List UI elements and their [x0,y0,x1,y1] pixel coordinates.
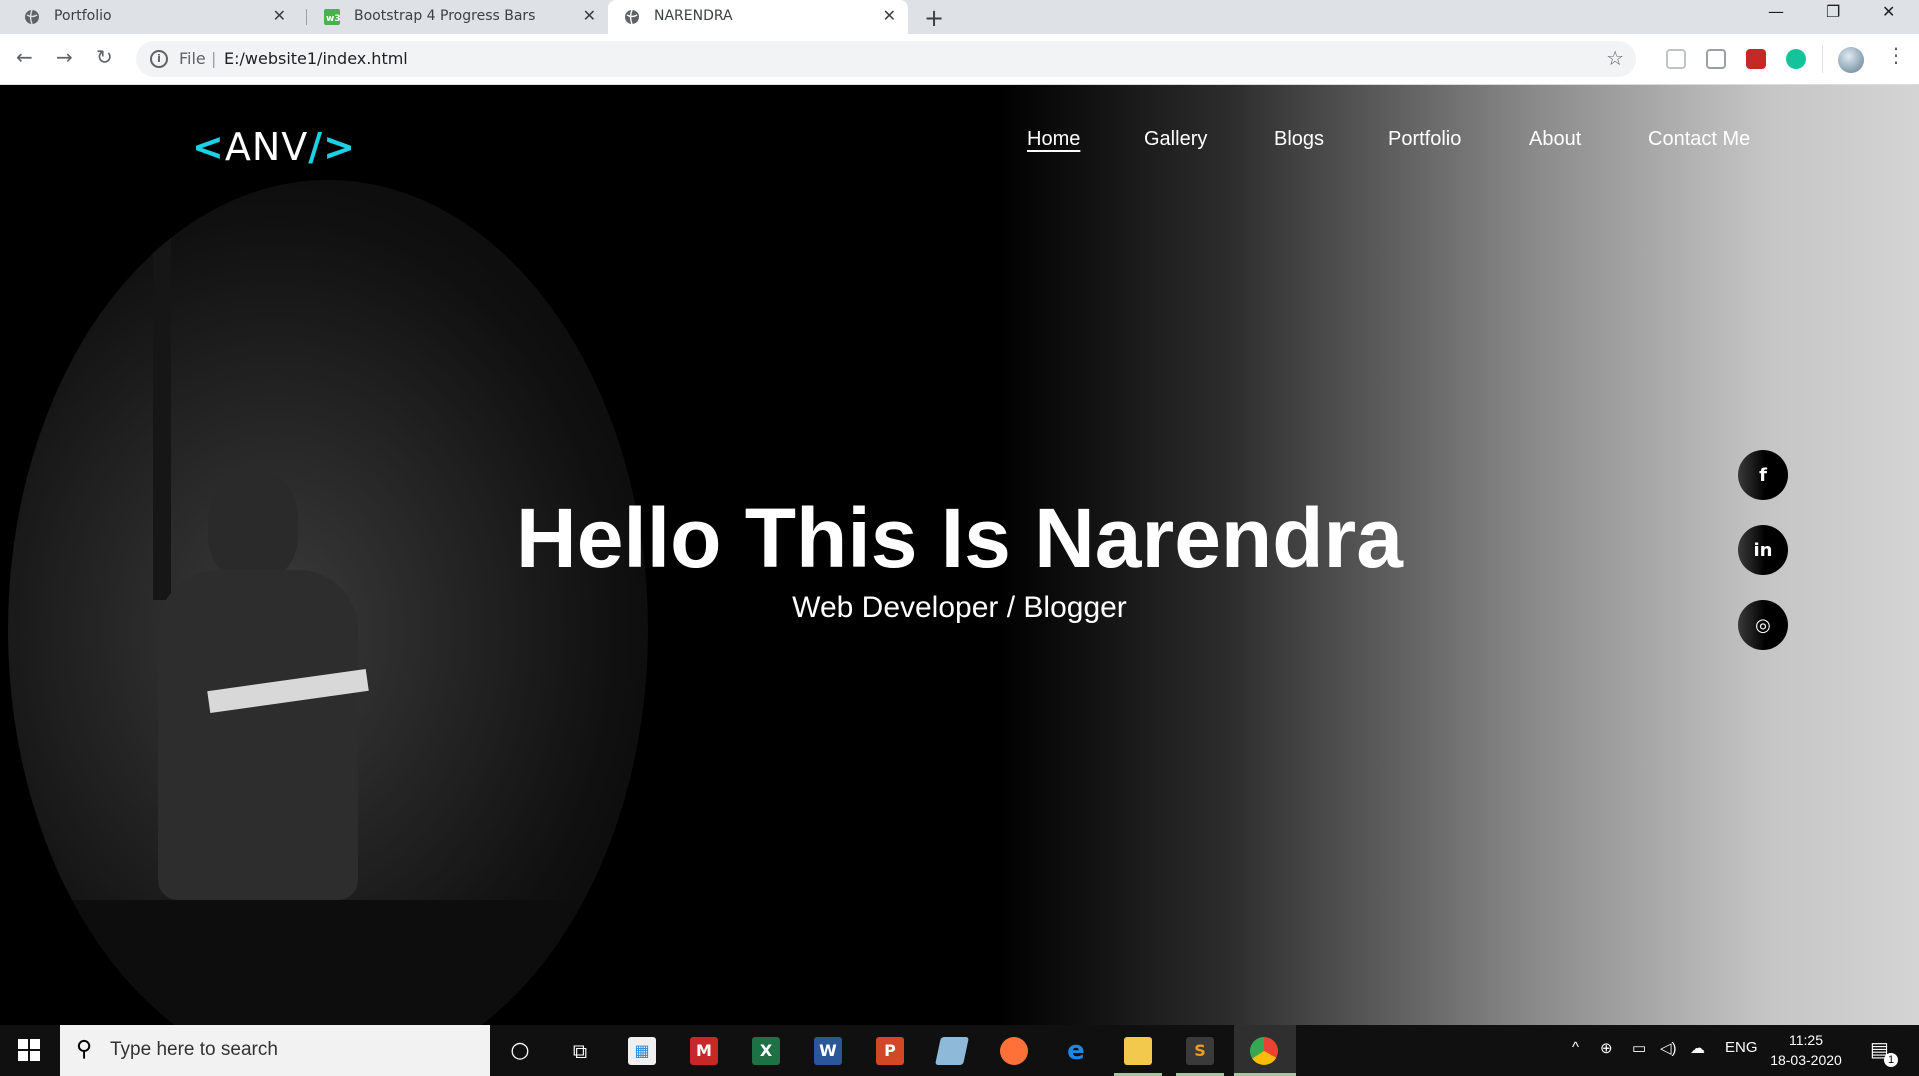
hero-section: <ANV/> Home Gallery Blogs Portfolio Abou… [0,85,1919,1025]
instagram-icon: ◎ [1755,614,1771,636]
mcafee-extension-icon[interactable] [1746,49,1766,69]
extension-icon[interactable] [1706,49,1726,69]
logo-bracket: /> [308,125,356,169]
browser-tab-strip: Portfolio ✕ w3 Bootstrap 4 Progress Bars… [0,0,1919,34]
address-bar[interactable]: i File | E:/website1/index.html ☆ [136,41,1636,77]
tab-title: Bootstrap 4 Progress Bars [354,8,536,24]
clock-date: 18-03-2020 [1770,1052,1842,1068]
nav-contact[interactable]: Contact Me [1648,128,1750,151]
excel-icon[interactable]: X [752,1037,780,1065]
sublime-text-icon[interactable]: S [1186,1037,1214,1065]
globe-icon [625,9,639,25]
file-explorer-icon[interactable] [1124,1037,1152,1065]
search-icon: ⚲ [76,1037,93,1062]
tab-bootstrap[interactable]: w3 Bootstrap 4 Progress Bars ✕ [306,0,608,34]
tab-portfolio[interactable]: Portfolio ✕ [0,0,304,34]
w3-icon: w3 [324,9,340,25]
nav-about[interactable]: About [1529,128,1581,151]
onedrive-icon[interactable]: ☁ [1690,1039,1705,1057]
linkedin-button[interactable]: in [1738,525,1788,575]
bookmark-star-icon[interactable]: ☆ [1606,46,1624,70]
restore-icon[interactable]: ❐ [1826,2,1840,21]
back-icon[interactable]: ← [16,45,33,69]
hero-subtitle: Web Developer / Blogger [792,591,1127,624]
windows-start-icon[interactable] [18,1039,40,1061]
clock-time: 11:25 [1789,1032,1823,1048]
site-logo[interactable]: <ANV/> [192,125,356,169]
info-icon[interactable]: i [150,50,168,68]
close-tab-icon[interactable]: ✕ [583,6,596,25]
instagram-button[interactable]: ◎ [1738,600,1788,650]
nav-portfolio[interactable]: Portfolio [1388,128,1461,151]
url-scheme: File [179,49,206,68]
language-indicator[interactable]: ENG [1725,1039,1758,1056]
grammarly-extension-icon[interactable] [1786,49,1806,69]
word-icon[interactable]: W [814,1037,842,1065]
task-view-icon[interactable]: ⧉ [566,1037,594,1065]
chrome-icon[interactable] [1250,1037,1278,1065]
mcafee-icon[interactable]: M [690,1037,718,1065]
extension-icon[interactable] [1666,49,1686,69]
logo-bracket: < [192,125,225,169]
store-icon[interactable]: ▦ [628,1037,656,1065]
nav-blogs[interactable]: Blogs [1274,128,1324,151]
volume-icon[interactable]: ◁) [1660,1039,1677,1057]
close-tab-icon[interactable]: ✕ [883,6,896,25]
facebook-icon: f [1759,464,1767,486]
menu-icon[interactable]: ⋮ [1886,45,1906,65]
show-hidden-icons[interactable]: ^ [1572,1039,1579,1056]
firefox-icon[interactable] [1000,1037,1028,1065]
battery-icon[interactable]: ▭ [1632,1039,1646,1057]
powerpoint-icon[interactable]: P [876,1037,904,1065]
close-window-icon[interactable]: ✕ [1882,2,1895,21]
tab-title: NARENDRA [654,8,733,24]
close-tab-icon[interactable]: ✕ [273,6,286,25]
toolbar-divider [1822,45,1823,73]
notes-icon[interactable] [935,1037,969,1065]
svg-text:w3: w3 [326,14,340,24]
taskbar-search-box[interactable]: ⚲ Type here to search [60,1025,490,1076]
logo-text: ANV [224,125,309,169]
linkedin-icon: in [1753,539,1773,561]
browser-toolbar: ← → ↻ i File | E:/website1/index.html ☆ … [0,34,1919,85]
search-placeholder: Type here to search [110,1039,278,1060]
hero-title: Hello This Is Narendra [516,491,1403,585]
windows-taskbar: ⚲ Type here to search ○ ⧉ ▦ M X W P e S … [0,1025,1919,1076]
minimize-icon[interactable]: — [1768,2,1784,21]
tab-title: Portfolio [54,8,112,24]
notification-badge: 1 [1884,1053,1898,1067]
network-globe-icon[interactable]: ⊕ [1600,1039,1613,1057]
new-tab-button[interactable]: + [924,4,944,32]
url-divider: | [211,49,217,68]
url-text[interactable]: E:/website1/index.html [224,49,408,68]
facebook-button[interactable]: f [1738,450,1788,500]
reload-icon[interactable]: ↻ [96,45,113,69]
tab-narendra[interactable]: NARENDRA ✕ [608,0,908,34]
edge-icon[interactable]: e [1062,1037,1090,1065]
taskbar-clock[interactable]: 11:25 18-03-2020 [1758,1030,1854,1070]
profile-avatar[interactable] [1838,47,1864,73]
forward-icon[interactable]: → [56,45,73,69]
nav-gallery[interactable]: Gallery [1144,128,1207,151]
cortana-icon[interactable]: ○ [506,1037,534,1065]
globe-icon [25,9,39,25]
photo-ground [8,900,648,1025]
nav-home[interactable]: Home [1027,128,1080,151]
